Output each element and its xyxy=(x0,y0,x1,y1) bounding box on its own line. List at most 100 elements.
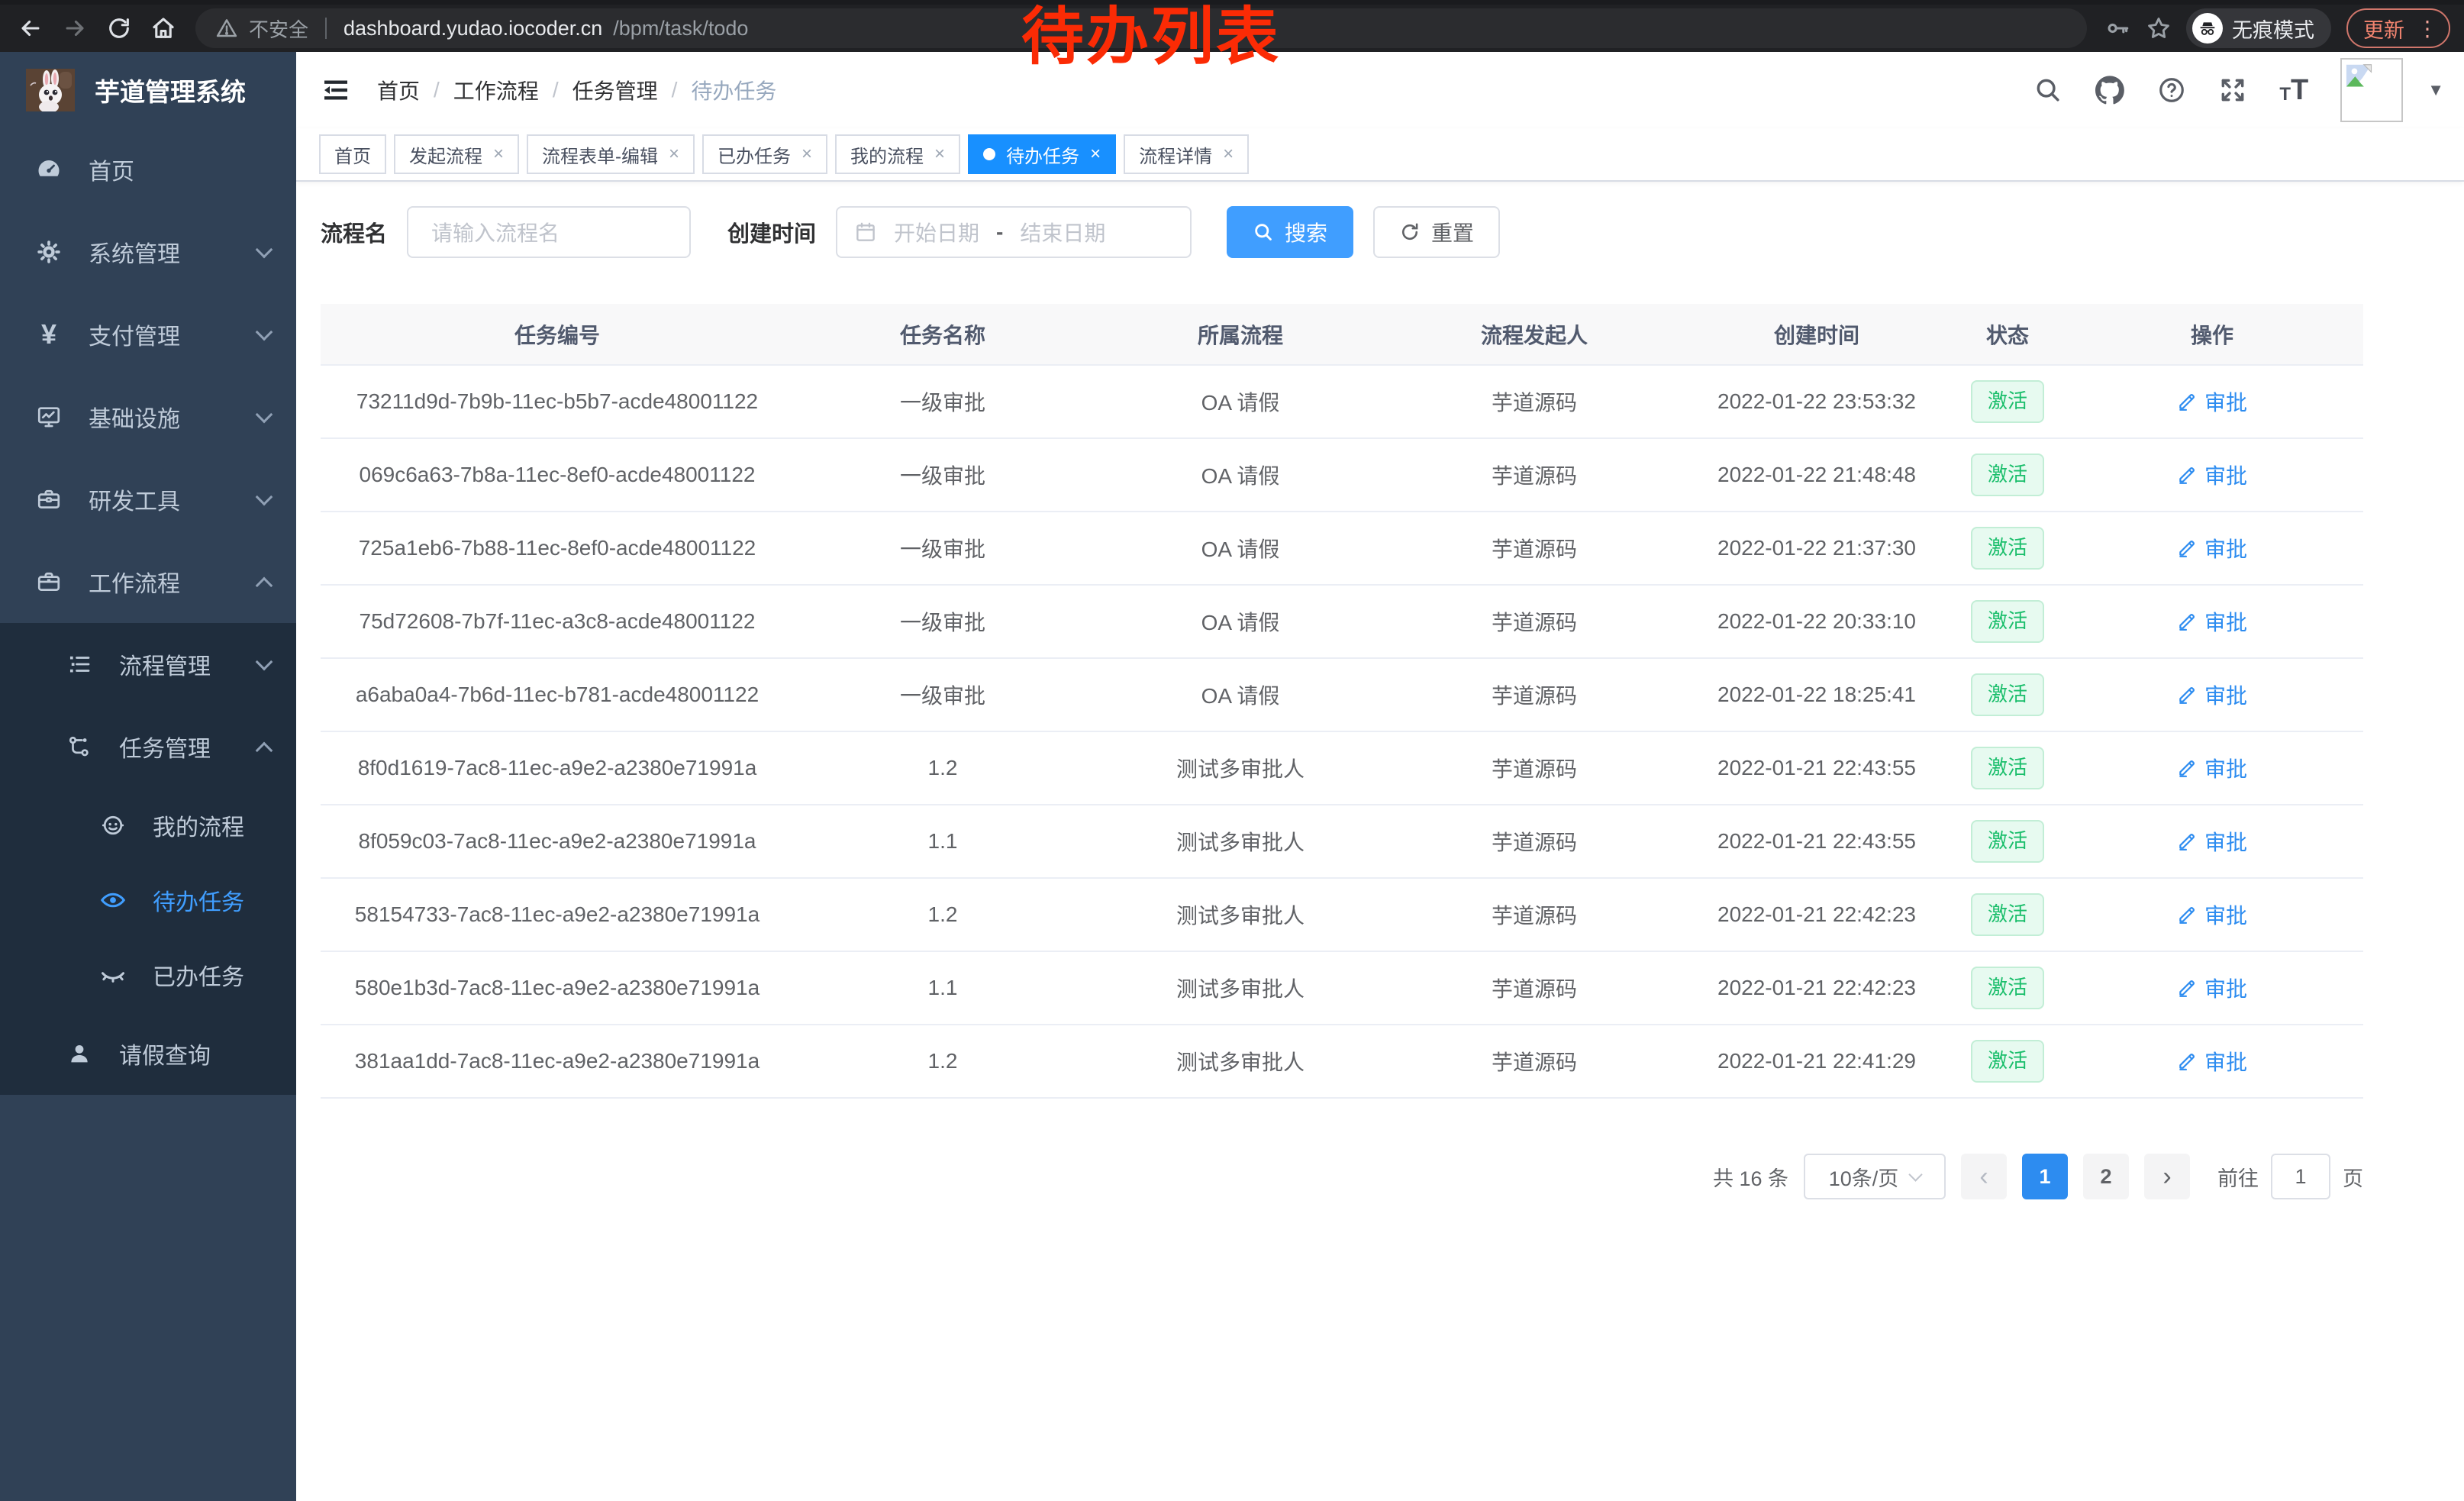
main-area: 首页 / 工作流程 / 任务管理 / 待办任务 xyxy=(296,52,2464,1501)
tab-done-tasks[interactable]: 已办任务 × xyxy=(702,134,827,174)
sidebar-item-system[interactable]: 系统管理 xyxy=(0,211,296,293)
task-starter: 芋道源码 xyxy=(1389,731,1679,805)
browser-toolbar: 不安全 dashboard.yudao.iocoder.cn /bpm/task… xyxy=(0,0,2464,52)
table-row: 73211d9d-7b9b-11ec-b5b7-acde48001122 一级审… xyxy=(321,365,2363,438)
tab-form-edit[interactable]: 流程表单-编辑 × xyxy=(527,134,695,174)
approve-link[interactable]: 审批 xyxy=(2177,1046,2247,1077)
task-id: 580e1b3d-7ac8-11ec-a9e2-a2380e71991a xyxy=(321,951,794,1025)
sidebar-item-payment[interactable]: ¥ 支付管理 xyxy=(0,293,296,376)
fullscreen-icon xyxy=(2218,76,2247,105)
goto-page-input[interactable]: 1 xyxy=(2271,1154,2330,1199)
approve-link[interactable]: 审批 xyxy=(2177,679,2247,710)
approve-link[interactable]: 审批 xyxy=(2177,606,2247,637)
tab-home[interactable]: 首页 xyxy=(319,134,386,174)
sidebar-item-leave-query[interactable]: 请假查询 xyxy=(0,1012,296,1095)
status-badge: 激活 xyxy=(1971,673,2044,715)
sidebar-item-infrastructure[interactable]: 基础设施 xyxy=(0,376,296,458)
browser-reload-button[interactable] xyxy=(99,8,139,48)
page-size-select[interactable]: 10条/页 xyxy=(1804,1154,1946,1199)
page-button-1[interactable]: 1 xyxy=(2022,1154,2068,1199)
task-name: 一级审批 xyxy=(794,438,1092,512)
close-icon[interactable]: × xyxy=(493,145,504,163)
task-process: OA 请假 xyxy=(1092,658,1389,731)
close-icon[interactable]: × xyxy=(801,145,812,163)
approve-link[interactable]: 审批 xyxy=(2177,533,2247,563)
process-name-input[interactable]: 请输入流程名 xyxy=(407,206,691,258)
key-extension-icon[interactable] xyxy=(2099,10,2136,47)
tab-start-process[interactable]: 发起流程 × xyxy=(394,134,519,174)
tab-my-process[interactable]: 我的流程 × xyxy=(835,134,960,174)
breadcrumb-workflow[interactable]: 工作流程 xyxy=(453,75,539,105)
task-process: OA 请假 xyxy=(1092,512,1389,585)
task-id: 381aa1dd-7ac8-11ec-a9e2-a2380e71991a xyxy=(321,1025,794,1098)
approve-link[interactable]: 审批 xyxy=(2177,899,2247,930)
browser-update-button[interactable]: 更新 ⋮ xyxy=(2346,8,2450,48)
close-icon[interactable]: × xyxy=(669,145,679,163)
task-starter: 芋道源码 xyxy=(1389,365,1679,438)
col-process: 所属流程 xyxy=(1092,304,1389,365)
sidebar-item-task-management[interactable]: 任务管理 xyxy=(0,705,296,788)
task-id: a6aba0a4-7b6d-11ec-b781-acde48001122 xyxy=(321,658,794,731)
fullscreen-button[interactable] xyxy=(2218,76,2247,105)
prev-page-button[interactable]: ‹ xyxy=(1961,1154,2007,1199)
browser-menu-icon[interactable]: ⋮ xyxy=(2417,16,2438,41)
status-badge: 激活 xyxy=(1971,527,2044,569)
approve-link[interactable]: 审批 xyxy=(2177,753,2247,783)
task-process: OA 请假 xyxy=(1092,585,1389,658)
approve-link[interactable]: 审批 xyxy=(2177,460,2247,490)
status-badge: 激活 xyxy=(1971,820,2044,862)
close-icon[interactable]: × xyxy=(1090,145,1101,163)
bookmark-star-button[interactable] xyxy=(2140,10,2177,47)
approve-link[interactable]: 审批 xyxy=(2177,386,2247,417)
sidebar-item-home[interactable]: 首页 xyxy=(0,128,296,211)
browser-home-button[interactable] xyxy=(144,8,183,48)
create-time-label: 创建时间 xyxy=(727,216,816,248)
table-row: 58154733-7ac8-11ec-a9e2-a2380e71991a 1.2… xyxy=(321,878,2363,951)
next-page-button[interactable]: › xyxy=(2144,1154,2190,1199)
avatar[interactable] xyxy=(2340,58,2403,122)
search-button[interactable]: 搜索 xyxy=(1227,206,1353,258)
sidebar-item-done-tasks[interactable]: 已办任务 xyxy=(0,938,296,1012)
avatar-caret-icon[interactable]: ▼ xyxy=(2427,80,2444,100)
sidebar-collapse-button[interactable] xyxy=(319,73,353,107)
task-created: 2022-01-21 22:43:55 xyxy=(1679,805,1954,878)
approve-link[interactable]: 审批 xyxy=(2177,826,2247,857)
sidebar-item-todo-tasks[interactable]: 待办任务 xyxy=(0,863,296,938)
browser-back-button[interactable] xyxy=(11,8,50,48)
sidebar-item-my-process[interactable]: 我的流程 xyxy=(0,788,296,863)
date-range-separator: - xyxy=(996,220,1003,244)
top-navbar: 首页 / 工作流程 / 任务管理 / 待办任务 xyxy=(296,52,2464,128)
font-size-button[interactable]: TT xyxy=(2279,79,2308,102)
sidebar-item-devtools[interactable]: 研发工具 xyxy=(0,458,296,541)
approve-link[interactable]: 审批 xyxy=(2177,973,2247,1003)
header-search-button[interactable] xyxy=(2033,76,2062,105)
reset-button[interactable]: 重置 xyxy=(1373,206,1500,258)
page-button-2[interactable]: 2 xyxy=(2083,1154,2129,1199)
forward-arrow-icon xyxy=(62,15,88,41)
table-row: 725a1eb6-7b88-11ec-8ef0-acde48001122 一级审… xyxy=(321,512,2363,585)
breadcrumb-task-management[interactable]: 任务管理 xyxy=(572,75,658,105)
task-created: 2022-01-22 21:37:30 xyxy=(1679,512,1954,585)
browser-forward-button[interactable] xyxy=(55,8,95,48)
github-link[interactable] xyxy=(2095,75,2125,105)
url-host: dashboard.yudao.iocoder.cn xyxy=(343,17,602,40)
sidebar-item-process-management[interactable]: 流程管理 xyxy=(0,623,296,705)
close-icon[interactable]: × xyxy=(1223,145,1234,163)
yen-icon: ¥ xyxy=(34,321,64,348)
task-created: 2022-01-22 18:25:41 xyxy=(1679,658,1954,731)
incognito-icon xyxy=(2192,13,2223,44)
security-label: 不安全 xyxy=(249,15,308,43)
task-id: 58154733-7ac8-11ec-a9e2-a2380e71991a xyxy=(321,878,794,951)
sidebar-item-workflow[interactable]: 工作流程 xyxy=(0,541,296,623)
task-starter: 芋道源码 xyxy=(1389,658,1679,731)
close-icon[interactable]: × xyxy=(934,145,945,163)
breadcrumb-home[interactable]: 首页 xyxy=(377,75,420,105)
app-title: 芋道管理系统 xyxy=(95,72,246,108)
help-button[interactable] xyxy=(2157,76,2186,105)
url-bar[interactable]: 不安全 dashboard.yudao.iocoder.cn /bpm/task… xyxy=(195,8,2087,48)
tab-process-detail[interactable]: 流程详情 × xyxy=(1124,134,1249,174)
tab-todo-tasks[interactable]: 待办任务 × xyxy=(968,134,1116,174)
date-range-input[interactable]: 开始日期 - 结束日期 xyxy=(836,206,1192,258)
tab-bar: 首页 发起流程 × 流程表单-编辑 × 已办任务 × 我的流程 × xyxy=(296,128,2464,182)
chevron-up-icon xyxy=(256,742,273,760)
